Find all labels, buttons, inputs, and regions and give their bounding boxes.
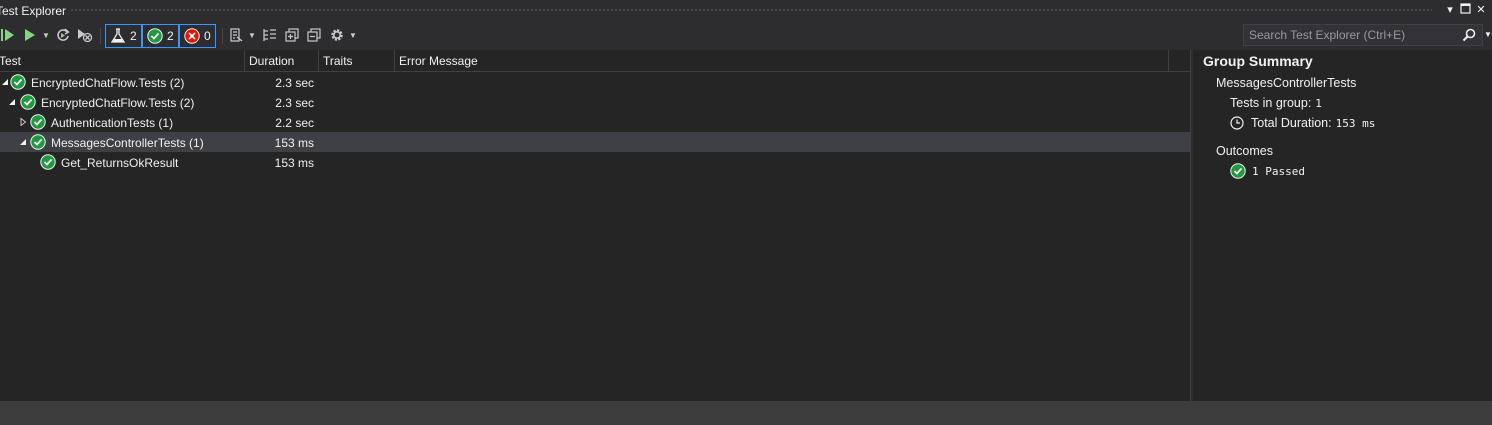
total-duration-value: 153 ms bbox=[1335, 116, 1376, 130]
flask-icon bbox=[110, 28, 126, 43]
total-duration: Total Duration: 153 ms bbox=[1230, 116, 1375, 130]
test-row[interactable]: EncryptedChatFlow.Tests (2) 2.3 sec bbox=[0, 72, 1190, 92]
maximize-icon[interactable] bbox=[1458, 3, 1472, 17]
tests-in-group-value: 1 bbox=[1315, 96, 1322, 110]
settings-dropdown[interactable]: ▼ bbox=[349, 26, 357, 44]
chevron-down-icon: ▼ bbox=[248, 30, 256, 40]
column-header-test[interactable]: Test bbox=[0, 50, 246, 72]
passed-icon bbox=[1230, 163, 1246, 179]
search-input[interactable] bbox=[1244, 25, 1462, 45]
total-tests-count: 2 bbox=[130, 29, 137, 43]
column-header-traits[interactable]: Traits bbox=[318, 50, 394, 72]
toolbar-separator bbox=[100, 28, 101, 44]
playlist-dropdown[interactable]: ▼ bbox=[248, 26, 256, 44]
passed-tests-count: 2 bbox=[167, 29, 174, 43]
run-all-button[interactable] bbox=[0, 26, 16, 44]
passed-icon bbox=[147, 28, 163, 44]
repeat-last-run-button[interactable] bbox=[55, 26, 71, 44]
gear-icon bbox=[331, 29, 343, 41]
test-row[interactable]: Get_ReturnsOkResult 153 ms bbox=[0, 152, 1190, 172]
summary-group-name: MessagesControllerTests bbox=[1216, 76, 1357, 90]
expanded-arrow-icon[interactable] bbox=[19, 138, 27, 146]
group-summary-pane: Group Summary MessagesControllerTests Te… bbox=[1193, 50, 1492, 401]
run-icon bbox=[25, 29, 35, 41]
test-duration: 2.2 sec bbox=[275, 116, 314, 130]
collapse-all-button[interactable] bbox=[306, 26, 322, 44]
run-all-icon bbox=[1, 29, 14, 41]
passed-icon bbox=[30, 134, 46, 150]
collapsed-arrow-icon[interactable] bbox=[19, 118, 27, 126]
search-options-dropdown-icon[interactable]: ▼ bbox=[1484, 30, 1492, 39]
passed-tests-filter[interactable]: 2 bbox=[142, 24, 179, 48]
group-by-icon bbox=[263, 29, 276, 41]
search-icon[interactable] bbox=[1462, 28, 1476, 45]
failed-tests-filter[interactable]: 0 bbox=[179, 24, 216, 48]
test-row[interactable]: AuthenticationTests (1) 2.2 sec bbox=[0, 112, 1190, 132]
group-by-button[interactable] bbox=[262, 26, 278, 44]
failed-icon bbox=[184, 28, 200, 44]
run-button[interactable] bbox=[23, 26, 37, 44]
clock-icon bbox=[1230, 116, 1244, 130]
passed-outcome-text: 1 Passed bbox=[1252, 164, 1305, 178]
window-title: Test Explorer bbox=[0, 4, 67, 18]
outcomes-label: Outcomes bbox=[1216, 144, 1273, 158]
titlebar-grip[interactable] bbox=[70, 8, 1432, 13]
test-name: Get_ReturnsOkResult bbox=[61, 156, 179, 170]
cancel-icon bbox=[78, 29, 93, 43]
test-list-header: Test Duration Traits Error Message bbox=[0, 50, 1190, 72]
run-dropdown[interactable]: ▼ bbox=[42, 26, 50, 44]
test-name: MessagesControllerTests (1) bbox=[51, 136, 204, 150]
cancel-run-button[interactable] bbox=[77, 26, 93, 44]
failed-tests-count: 0 bbox=[204, 29, 211, 43]
expanded-arrow-icon[interactable] bbox=[1, 78, 9, 86]
chevron-down-icon: ▼ bbox=[349, 30, 357, 40]
status-bar bbox=[0, 401, 1492, 425]
test-name: EncryptedChatFlow.Tests (2) bbox=[31, 76, 185, 90]
settings-button[interactable] bbox=[328, 26, 346, 44]
expanded-arrow-icon[interactable] bbox=[8, 98, 16, 106]
test-duration: 153 ms bbox=[274, 156, 314, 170]
expand-all-button[interactable] bbox=[284, 26, 300, 44]
window-position-dropdown-icon[interactable]: ▾ bbox=[1443, 3, 1457, 17]
passed-outcome[interactable]: 1 Passed bbox=[1230, 163, 1305, 179]
repeat-icon bbox=[57, 28, 70, 41]
collapse-all-icon bbox=[307, 28, 321, 42]
column-header-filler bbox=[1168, 50, 1190, 72]
close-icon[interactable]: ✕ bbox=[1474, 3, 1488, 17]
test-duration: 2.3 sec bbox=[275, 96, 314, 110]
passed-icon bbox=[30, 114, 46, 130]
tool-window-titlebar: Test Explorer ▾ ✕ bbox=[0, 0, 1492, 21]
total-duration-label: Total Duration: bbox=[1251, 116, 1332, 130]
total-tests-filter[interactable]: 2 bbox=[105, 24, 142, 48]
expand-all-icon bbox=[285, 28, 299, 42]
playlist-icon bbox=[230, 28, 243, 42]
passed-icon bbox=[10, 74, 26, 90]
column-header-duration[interactable]: Duration bbox=[244, 50, 318, 72]
summary-title: Group Summary bbox=[1203, 53, 1313, 69]
playlist-button[interactable] bbox=[228, 26, 244, 44]
test-duration: 2.3 sec bbox=[275, 76, 314, 90]
test-duration: 153 ms bbox=[274, 136, 314, 150]
passed-icon bbox=[20, 94, 36, 110]
test-rows: EncryptedChatFlow.Tests (2) 2.3 sec Encr… bbox=[0, 72, 1190, 172]
test-row[interactable]: EncryptedChatFlow.Tests (2) 2.3 sec bbox=[0, 92, 1190, 112]
passed-icon bbox=[40, 154, 56, 170]
column-header-error-message[interactable]: Error Message bbox=[394, 50, 1168, 72]
search-box bbox=[1243, 24, 1483, 46]
test-name: AuthenticationTests (1) bbox=[51, 116, 174, 130]
test-row-selected[interactable]: MessagesControllerTests (1) 153 ms bbox=[0, 132, 1190, 152]
tests-in-group: Tests in group: 1 bbox=[1230, 96, 1322, 110]
chevron-down-icon: ▼ bbox=[42, 30, 50, 40]
tests-in-group-label: Tests in group: bbox=[1230, 96, 1312, 110]
toolbar-separator bbox=[222, 28, 223, 44]
test-name: EncryptedChatFlow.Tests (2) bbox=[41, 96, 195, 110]
test-list: Test Duration Traits Error Message Encry… bbox=[0, 50, 1190, 401]
